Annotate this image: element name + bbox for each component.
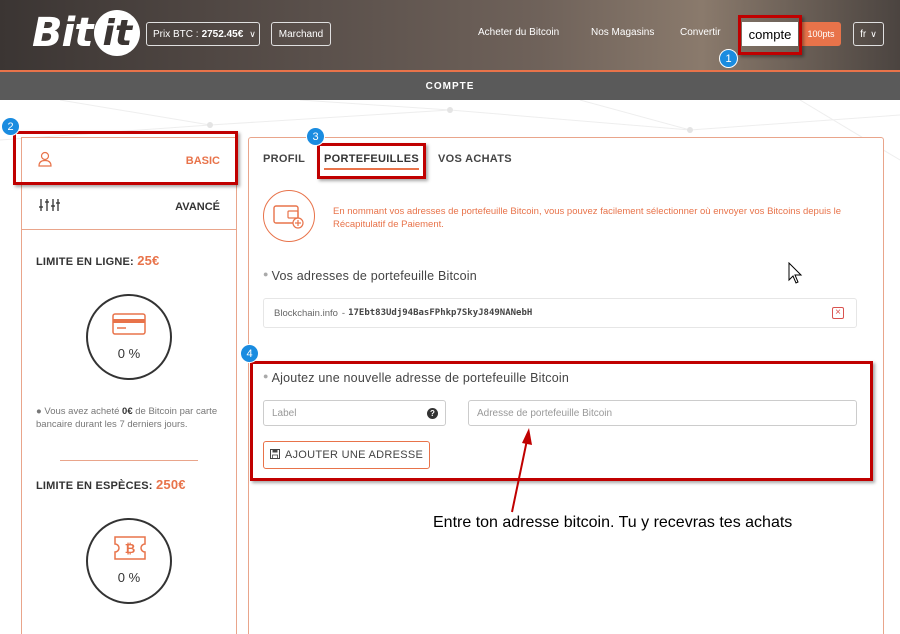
nav-buy-bitcoin[interactable]: Acheter du Bitcoin <box>478 27 559 38</box>
points-badge[interactable]: 100pts <box>801 22 841 46</box>
wallet-row[interactable]: Blockchain.info - 17Ebt83Udj94BasFPhkp7S… <box>263 298 857 328</box>
chevron-down-icon: ∨ <box>870 28 877 39</box>
page-title: COMPTE <box>0 72 900 100</box>
btc-price-value: 2752.45€ <box>201 28 244 40</box>
cash-limit-percent: 0 % <box>117 570 141 585</box>
cash-limit-amount: 250€ <box>155 477 186 492</box>
tier-avance-label: AVANCÉ <box>175 201 220 213</box>
cash-limit-gauge: ₿ 0 % <box>86 518 172 604</box>
mouse-cursor-icon <box>788 261 804 291</box>
online-limit-percent: 0 % <box>117 346 141 361</box>
credit-card-icon <box>112 312 146 341</box>
online-limit-note: ● Vous avez acheté 0€ de Bitcoin par car… <box>36 406 218 430</box>
wallet-label: Blockchain.info <box>274 307 338 319</box>
annotation-marker-2: 2 <box>1 117 20 136</box>
nav-convert[interactable]: Convertir <box>680 27 721 38</box>
language-value: fr <box>860 28 867 40</box>
online-limit-label: LIMITE EN LIGNE: <box>36 256 134 268</box>
annotation-marker-1: 1 <box>719 49 738 68</box>
online-limit-title: LIMITE EN LIGNE: 25€ <box>36 253 159 268</box>
wallets-section-title: ● Vos adresses de portefeuille Bitcoin <box>263 269 477 283</box>
cash-limit-label: LIMITE EN ESPÈCES: <box>36 480 153 492</box>
annotation-box-4 <box>250 361 873 481</box>
nav-stores[interactable]: Nos Magasins <box>591 27 654 38</box>
bitit-logo[interactable]: Bit it <box>32 10 141 56</box>
btc-price-dropdown[interactable]: Prix BTC : 2752.45€ ∨ <box>146 22 260 46</box>
language-dropdown[interactable]: fr ∨ <box>853 22 884 46</box>
annotation-box-1 <box>738 15 802 55</box>
merchant-button[interactable]: Marchand <box>271 22 331 46</box>
annotation-box-2 <box>13 131 238 185</box>
tab-profil[interactable]: PROFIL <box>263 153 305 165</box>
annotation-box-3 <box>317 143 426 179</box>
annotation-caption: Entre ton adresse bitcoin. Tu y recevras… <box>433 514 793 531</box>
annotation-marker-4: 4 <box>240 344 259 363</box>
wallet-add-icon <box>263 190 315 242</box>
tier-avance[interactable]: AVANCÉ <box>22 184 236 230</box>
wallets-info-text: En nommant vos adresses de portefeuille … <box>333 206 841 230</box>
bitcoin-ticket-icon: ₿ <box>113 534 147 567</box>
delete-icon[interactable]: × <box>832 307 844 319</box>
online-limit-amount: 25€ <box>137 253 160 268</box>
account-level-sidebar: BASIC AVANCÉ LIMITE EN LIGNE: 25€ 0 % ● … <box>21 137 237 634</box>
btc-price-label: Prix BTC : <box>153 28 199 40</box>
limits-divider <box>60 460 198 461</box>
wallet-separator: - <box>341 307 346 319</box>
online-limit-gauge: 0 % <box>86 294 172 380</box>
chevron-down-icon: ∨ <box>249 28 256 39</box>
sliders-icon <box>38 198 60 217</box>
annotation-marker-3: 3 <box>306 127 325 146</box>
svg-text:₿: ₿ <box>125 542 136 557</box>
cash-limit-title: LIMITE EN ESPÈCES: 250€ <box>36 477 186 492</box>
wallet-address: 17Ebt83Udj94BasFPhkp7SkyJ849NANebH <box>348 308 533 318</box>
tab-vos-achats[interactable]: VOS ACHATS <box>438 153 512 165</box>
